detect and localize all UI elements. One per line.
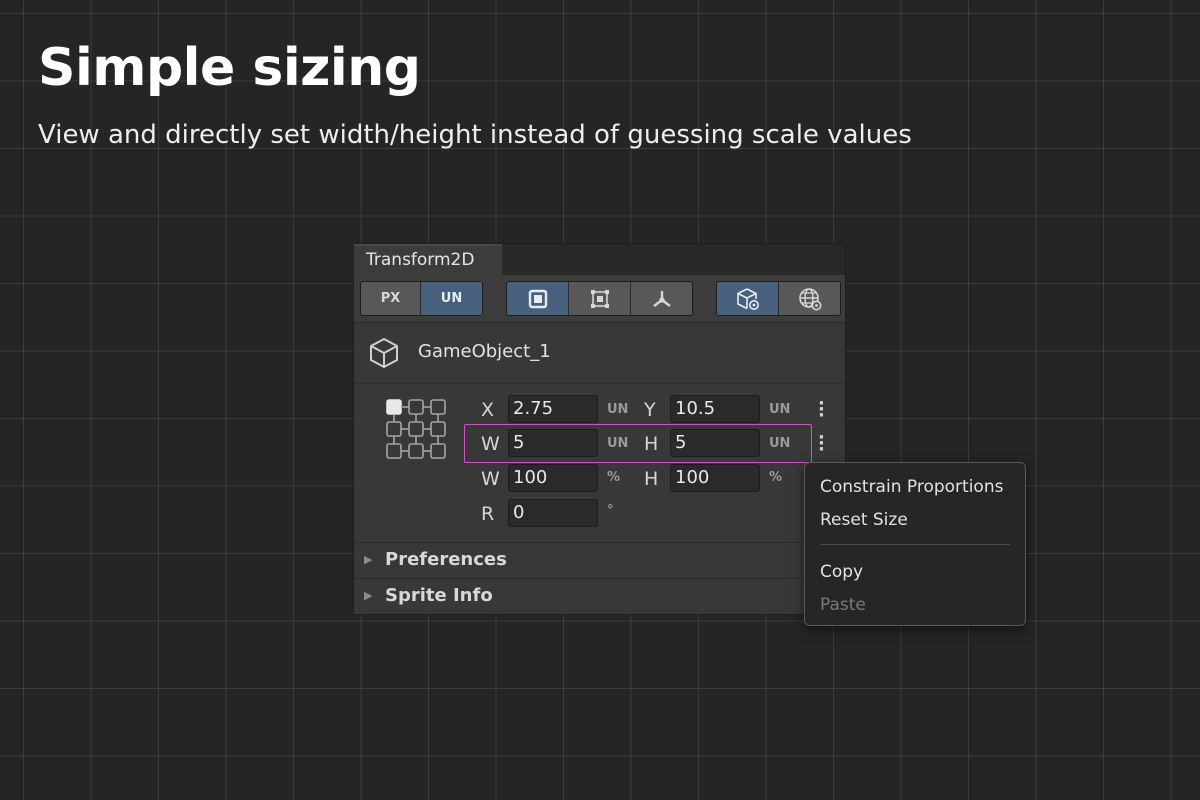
menu-item-paste: Paste — [820, 595, 866, 615]
pivot-icon — [652, 290, 671, 307]
h-percent-label: H — [644, 468, 659, 490]
w-percent-unit: % — [607, 470, 621, 485]
un-unit-button[interactable]: UN — [421, 282, 482, 315]
y-field[interactable]: 10.5 — [670, 395, 760, 423]
square-mode-button[interactable] — [507, 282, 569, 315]
object-name: GameObject_1 — [418, 341, 551, 362]
foldout-arrow-icon: ▶ — [364, 590, 373, 602]
world-globe-icon — [798, 287, 821, 310]
height-percent-field[interactable]: 100 — [670, 464, 760, 492]
menu-item-reset-size[interactable]: Reset Size — [820, 510, 908, 530]
tab-transform2d[interactable]: Transform2D — [354, 244, 502, 275]
px-unit-button[interactable]: PX — [361, 282, 421, 315]
size-row-highlight — [464, 424, 812, 463]
local-space-button[interactable] — [717, 282, 779, 315]
position-more-icon[interactable]: · · · — [818, 395, 825, 425]
transform-mode-group — [506, 281, 693, 316]
square-icon — [528, 289, 547, 308]
size-more-icon[interactable]: · · · — [818, 429, 825, 459]
x-field[interactable]: 2.75 — [508, 395, 598, 423]
rotation-field[interactable]: 0 — [508, 499, 598, 527]
space-toggle — [716, 281, 841, 316]
pivot-mode-button[interactable] — [631, 282, 692, 315]
foldout-preferences-label: Preferences — [385, 549, 507, 570]
context-menu: Constrain Proportions Reset Size Copy Pa… — [804, 462, 1026, 626]
menu-separator — [820, 544, 1010, 545]
w-percent-label: W — [481, 468, 500, 490]
x-label: X — [481, 399, 495, 421]
unit-toggle: PX UN — [360, 281, 483, 316]
foldout-sprite-info-label: Sprite Info — [385, 585, 493, 606]
rect-transform-icon — [590, 289, 609, 308]
x-unit: UN — [607, 402, 629, 417]
menu-item-copy[interactable]: Copy — [820, 562, 863, 582]
inspector-toolbar: PX UN — [354, 275, 845, 323]
foldout-preferences[interactable]: ▶ Preferences — [354, 542, 845, 578]
y-unit: UN — [769, 402, 791, 417]
hero-subtitle: View and directly set width/height inste… — [38, 120, 912, 150]
menu-item-constrain-proportions[interactable]: Constrain Proportions — [820, 477, 1003, 497]
foldout-sprite-info[interactable]: ▶ Sprite Info — [354, 578, 845, 614]
rect-mode-button[interactable] — [569, 282, 631, 315]
h-percent-unit: % — [769, 470, 783, 485]
world-space-button[interactable] — [779, 282, 840, 315]
y-label: Y — [644, 399, 656, 421]
object-header: GameObject_1 — [354, 324, 845, 384]
local-cube-icon — [736, 287, 759, 310]
width-percent-field[interactable]: 100 — [508, 464, 598, 492]
tab-strip: Transform2D — [354, 244, 845, 275]
foldout-arrow-icon: ▶ — [364, 554, 373, 566]
r-label: R — [481, 503, 495, 525]
rotation-unit: ° — [607, 503, 614, 518]
hero-title: Simple sizing — [38, 38, 421, 98]
cube-icon — [370, 338, 398, 368]
anchor-preset-icon[interactable] — [385, 398, 449, 460]
